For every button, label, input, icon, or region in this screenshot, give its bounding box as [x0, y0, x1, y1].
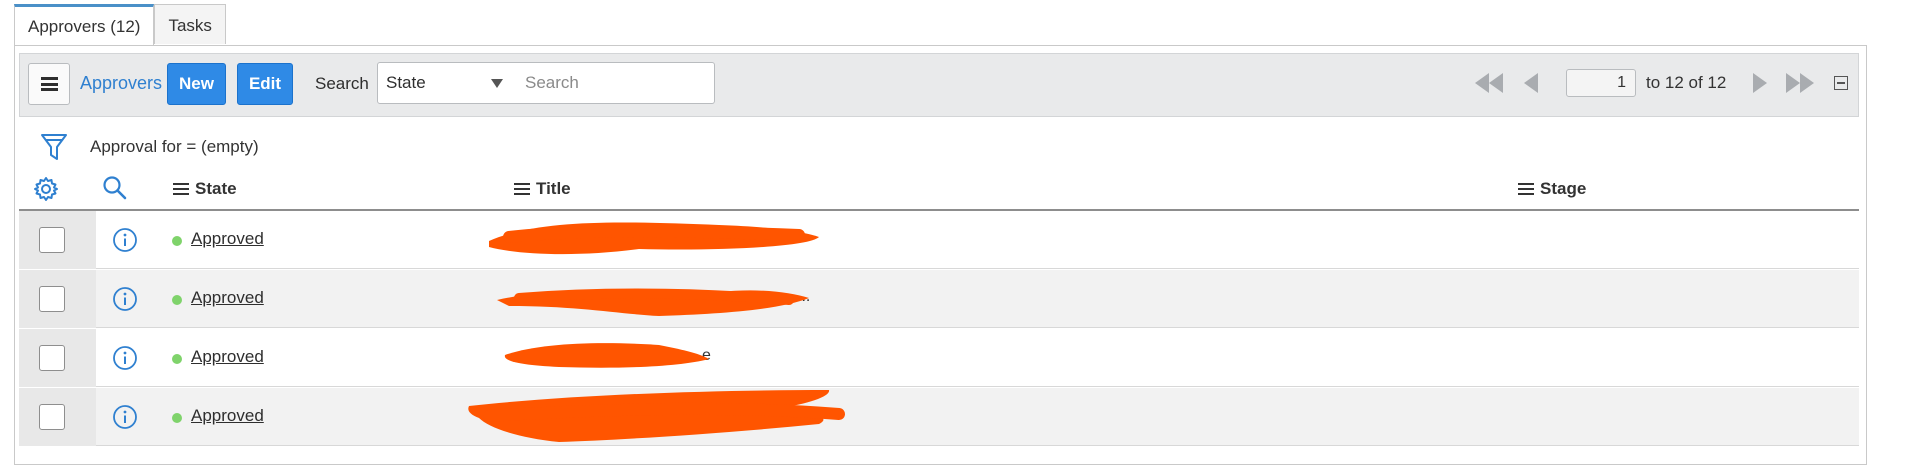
edit-button[interactable]: Edit	[237, 63, 293, 105]
tab-tasks[interactable]: Tasks	[154, 4, 226, 44]
first-page-icon[interactable]	[1475, 73, 1503, 93]
page-range-text: to 12 of 12	[1646, 73, 1727, 92]
column-header-state[interactable]: State	[173, 179, 237, 199]
previous-page-icon[interactable]	[1524, 73, 1538, 93]
search-label: Search	[315, 74, 369, 93]
column-menu-icon[interactable]	[1518, 182, 1534, 196]
list-title[interactable]: Approvers	[80, 73, 162, 94]
redaction-scribble	[504, 343, 709, 368]
column-header-label: State	[195, 179, 237, 198]
search-field-value: State	[386, 73, 426, 92]
column-menu-icon[interactable]	[173, 182, 189, 196]
column-header-label: Title	[536, 179, 571, 198]
column-header-label: Stage	[1540, 179, 1587, 198]
search-input[interactable]	[513, 62, 715, 104]
next-page-icon[interactable]	[1753, 73, 1767, 93]
last-page-icon[interactable]	[1786, 73, 1814, 93]
page-number-input[interactable]	[1566, 69, 1636, 97]
redaction-scribble	[468, 390, 845, 442]
column-header-stage[interactable]: Stage	[1518, 179, 1586, 199]
tab-approvers[interactable]: Approvers (12)	[14, 4, 155, 46]
gear-icon[interactable]	[33, 176, 59, 202]
column-header-title[interactable]: Title	[514, 179, 571, 199]
table-row: Approved e	[19, 329, 1859, 387]
list-menu-button[interactable]	[28, 63, 70, 105]
redaction-scribble	[497, 288, 809, 316]
table-row: Approved ...	[19, 388, 1859, 446]
filter-breadcrumb[interactable]: Approval for = (empty)	[90, 137, 259, 157]
collapse-list-icon[interactable]	[1834, 76, 1848, 90]
new-button[interactable]: New	[167, 63, 226, 105]
caret-down-icon	[491, 79, 503, 88]
redaction-scribble	[489, 222, 819, 255]
search-field-select[interactable]: State	[377, 62, 514, 104]
related-list-tabs: Approvers (12) Tasks	[14, 4, 226, 46]
column-menu-icon[interactable]	[514, 182, 530, 196]
funnel-icon[interactable]	[40, 132, 68, 162]
table-row: Approved ...	[19, 270, 1859, 328]
search-icon[interactable]	[102, 175, 128, 201]
table-row: Approved ecutive	[19, 211, 1859, 269]
hamburger-icon	[40, 77, 58, 91]
